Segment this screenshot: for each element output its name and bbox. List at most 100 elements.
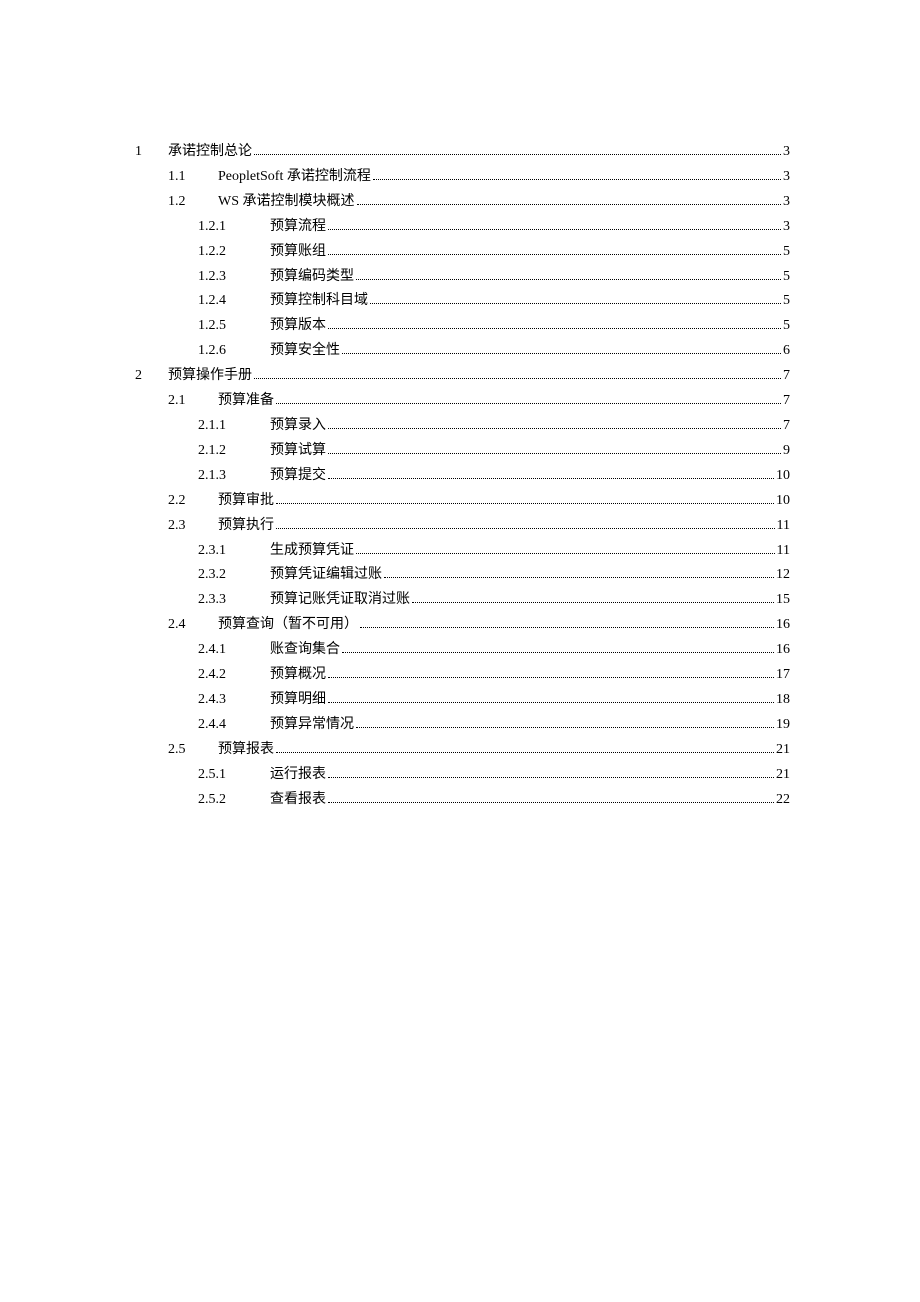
toc-entry: 2.1.3预算提交10	[135, 464, 790, 489]
toc-entry-title: 运行报表	[270, 763, 326, 788]
toc-entry-title: WS 承诺控制模块概述	[218, 190, 355, 215]
toc-entry-number: 2.3.3	[198, 588, 270, 613]
toc-entry-number: 1.2.1	[198, 215, 270, 240]
toc-entry: 2.3预算执行11	[135, 514, 790, 539]
toc-entry-page: 18	[776, 688, 790, 713]
toc-entry-title: 预算录入	[270, 414, 326, 439]
toc-entry-number: 2.4.3	[198, 688, 270, 713]
toc-leader-dots	[328, 453, 781, 454]
toc-leader-dots	[328, 802, 774, 803]
toc-entry: 2.2预算审批 10	[135, 489, 790, 514]
toc-entry: 2.3.2预算凭证编辑过账12	[135, 563, 790, 588]
toc-entry-page: 5	[783, 240, 790, 265]
toc-entry: 2.4.1账查询集合16	[135, 638, 790, 663]
toc-entry-page: 22	[776, 788, 790, 813]
toc-leader-dots	[254, 378, 781, 379]
toc-entry: 2.4.2预算概况 17	[135, 663, 790, 688]
toc-entry-title: 预算审批	[218, 489, 274, 514]
toc-entry-number: 2.4.4	[198, 713, 270, 738]
toc-entry: 2.3.1生成预算凭证11	[135, 539, 790, 564]
toc-entry-number: 2.1.3	[198, 464, 270, 489]
toc-entry-title: 预算试算	[270, 439, 326, 464]
toc-entry: 1.2.1预算流程 3	[135, 215, 790, 240]
toc-leader-dots	[328, 254, 781, 255]
toc-entry: 1.2.6预算安全性6	[135, 339, 790, 364]
toc-entry-number: 2.1.1	[198, 414, 270, 439]
toc-entry-page: 3	[783, 165, 790, 190]
toc-entry-page: 21	[776, 763, 790, 788]
toc-entry: 2预算操作手册 7	[135, 364, 790, 389]
table-of-contents: 1承诺控制总论31.1PeopletSoft 承诺控制流程31.2WS 承诺控制…	[135, 140, 790, 812]
toc-entry: 2.1预算准备7	[135, 389, 790, 414]
toc-entry-title: 预算版本	[270, 314, 326, 339]
toc-entry: 2.4预算查询（暂不可用）16	[135, 613, 790, 638]
toc-entry: 2.4.4预算异常情况 19	[135, 713, 790, 738]
toc-entry-number: 2.5	[168, 738, 218, 763]
toc-entry-title: 承诺控制总论	[168, 140, 252, 165]
toc-entry-number: 2	[135, 364, 168, 389]
toc-entry-page: 15	[776, 588, 790, 613]
toc-entry-title: 预算控制科目域	[270, 289, 368, 314]
toc-entry-title: 预算编码类型	[270, 265, 354, 290]
toc-entry-page: 17	[776, 663, 790, 688]
toc-entry-number: 1.2	[168, 190, 218, 215]
toc-entry-number: 2.2	[168, 489, 218, 514]
toc-entry-number: 1.2.4	[198, 289, 270, 314]
toc-entry-number: 2.4.2	[198, 663, 270, 688]
toc-leader-dots	[357, 204, 782, 205]
toc-entry-page: 11	[777, 539, 790, 564]
toc-entry-title: 预算流程	[270, 215, 326, 240]
toc-entry-page: 9	[783, 439, 790, 464]
toc-entry-title: PeopletSoft 承诺控制流程	[218, 165, 371, 190]
toc-entry-page: 19	[776, 713, 790, 738]
toc-leader-dots	[356, 553, 775, 554]
toc-entry: 1承诺控制总论3	[135, 140, 790, 165]
toc-entry-page: 12	[776, 563, 790, 588]
toc-entry-number: 1.2.2	[198, 240, 270, 265]
toc-entry-number: 2.4.1	[198, 638, 270, 663]
toc-entry-page: 7	[783, 414, 790, 439]
toc-entry-number: 1.1	[168, 165, 218, 190]
toc-entry-page: 16	[776, 638, 790, 663]
toc-entry-number: 2.5.1	[198, 763, 270, 788]
toc-entry-number: 1.2.5	[198, 314, 270, 339]
toc-entry-page: 10	[776, 489, 790, 514]
toc-entry-page: 7	[783, 364, 790, 389]
toc-leader-dots	[356, 279, 781, 280]
toc-entry: 2.5.1运行报表 21	[135, 763, 790, 788]
toc-entry-number: 2.1	[168, 389, 218, 414]
toc-entry-title: 预算准备	[218, 389, 274, 414]
toc-entry-title: 查看报表	[270, 788, 326, 813]
toc-entry-number: 2.4	[168, 613, 218, 638]
toc-entry-title: 预算异常情况	[270, 713, 354, 738]
toc-leader-dots	[328, 677, 774, 678]
toc-entry: 1.2WS 承诺控制模块概述 3	[135, 190, 790, 215]
toc-entry-number: 2.3	[168, 514, 218, 539]
toc-entry-page: 3	[783, 190, 790, 215]
toc-entry-page: 5	[783, 289, 790, 314]
toc-entry-page: 11	[777, 514, 790, 539]
toc-entry-number: 2.5.2	[198, 788, 270, 813]
toc-leader-dots	[328, 777, 774, 778]
toc-entry-page: 3	[783, 215, 790, 240]
toc-entry-number: 1.2.3	[198, 265, 270, 290]
toc-leader-dots	[328, 478, 774, 479]
toc-entry-page: 5	[783, 314, 790, 339]
toc-entry-title: 预算账组	[270, 240, 326, 265]
toc-entry-title: 预算操作手册	[168, 364, 252, 389]
toc-entry-page: 5	[783, 265, 790, 290]
toc-entry-title: 预算概况	[270, 663, 326, 688]
toc-leader-dots	[384, 577, 774, 578]
toc-leader-dots	[328, 328, 781, 329]
toc-entry: 2.1.2预算试算 9	[135, 439, 790, 464]
toc-entry-title: 预算查询（暂不可用）	[218, 613, 358, 638]
toc-entry-title: 生成预算凭证	[270, 539, 354, 564]
toc-entry-number: 2.1.2	[198, 439, 270, 464]
toc-leader-dots	[373, 179, 781, 180]
toc-entry: 1.2.2预算账组 5	[135, 240, 790, 265]
toc-leader-dots	[328, 428, 781, 429]
toc-entry: 2.5预算报表21	[135, 738, 790, 763]
toc-leader-dots	[328, 702, 774, 703]
toc-leader-dots	[356, 727, 774, 728]
toc-entry-number: 2.3.2	[198, 563, 270, 588]
